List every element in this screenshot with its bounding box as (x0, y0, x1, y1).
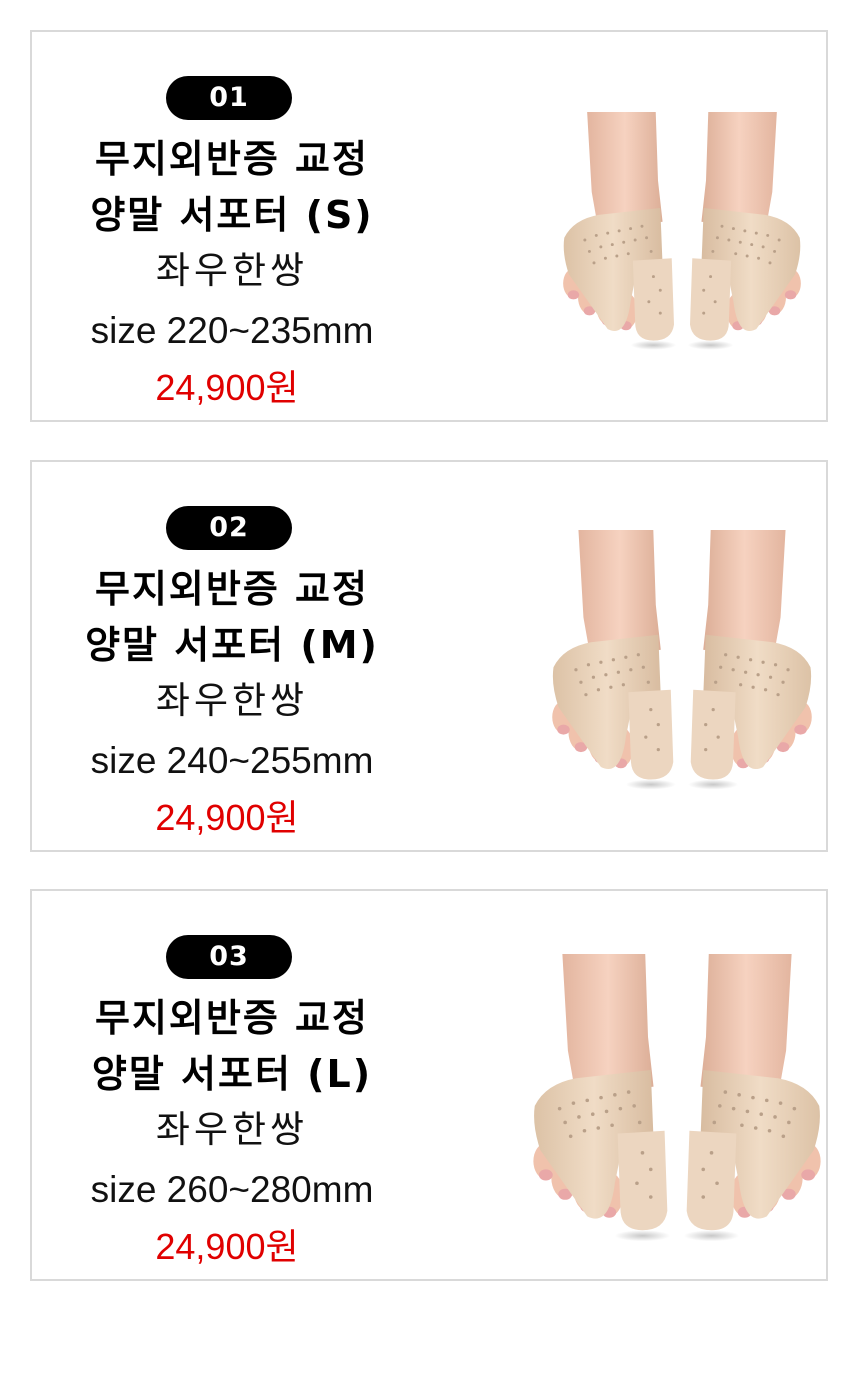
product-title-line2: 양말 서포터 (S) (90, 193, 374, 237)
product-title-line1: 무지외반증 교정 (95, 996, 369, 1040)
product-info: 02 무지외반증 교정 양말 서포터 (M) 좌우한쌍 size 240~255… (32, 462, 432, 850)
product-image (533, 954, 821, 1242)
price: 24,900원 (155, 797, 299, 838)
product-image (563, 112, 801, 350)
pair-label: 좌우한쌍 (155, 1108, 309, 1151)
product-image (552, 530, 812, 790)
product-number-badge: 03 (166, 935, 292, 979)
product-number-badge: 02 (166, 506, 292, 550)
product-info: 01 무지외반증 교정 양말 서포터 (S) 좌우한쌍 size 220~235… (32, 32, 432, 420)
product-card[interactable]: 03 무지외반증 교정 양말 서포터 (L) 좌우한쌍 size 260~280… (30, 889, 828, 1281)
size-range: size 240~255mm (90, 740, 374, 781)
product-title-line2: 양말 서포터 (M) (85, 623, 379, 667)
product-card[interactable]: 01 무지외반증 교정 양말 서포터 (S) 좌우한쌍 size 220~235… (30, 30, 828, 422)
product-title-line1: 무지외반증 교정 (95, 137, 369, 181)
product-title-line2: 양말 서포터 (L) (91, 1052, 373, 1096)
pair-label: 좌우한쌍 (155, 679, 309, 722)
size-range: size 220~235mm (90, 310, 374, 351)
product-card[interactable]: 02 무지외반증 교정 양말 서포터 (M) 좌우한쌍 size 240~255… (30, 460, 828, 852)
product-number-badge: 01 (166, 76, 292, 120)
product-info: 03 무지외반증 교정 양말 서포터 (L) 좌우한쌍 size 260~280… (32, 891, 432, 1279)
pair-label: 좌우한쌍 (155, 249, 309, 292)
product-title-line1: 무지외반증 교정 (95, 567, 369, 611)
price: 24,900원 (155, 367, 299, 408)
size-range: size 260~280mm (90, 1169, 374, 1210)
price: 24,900원 (155, 1226, 299, 1267)
